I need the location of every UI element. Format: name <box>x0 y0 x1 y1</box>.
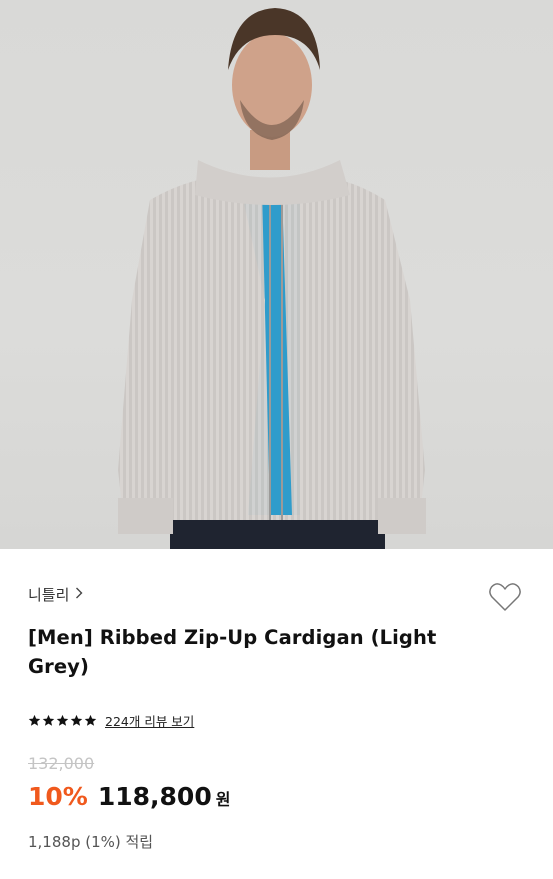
original-price: 132,000 <box>28 754 95 773</box>
product-title: [Men] Ribbed Zip-Up Cardigan (Light Grey… <box>28 626 437 678</box>
chevron-right-icon <box>75 587 83 603</box>
brand-name: 니틀리 <box>28 586 70 604</box>
star-filled-icon <box>70 714 83 726</box>
star-filled-icon <box>56 714 69 726</box>
discount-rate: 10% <box>28 782 88 811</box>
star-filled-icon <box>84 714 97 726</box>
star-filled-icon <box>28 714 41 726</box>
rating-stars <box>28 714 97 727</box>
star-filled-icon <box>42 714 55 726</box>
wishlist-button[interactable] <box>487 579 523 615</box>
rating-row: 224개 리뷰 보기 <box>28 711 194 730</box>
product-photo-illustration <box>118 8 426 549</box>
review-link[interactable]: 224개 리뷰 보기 <box>105 711 194 730</box>
product-info: 니틀리 [Men] Ribbed Zip-Up Cardigan (Light … <box>0 549 553 879</box>
product-image[interactable] <box>0 0 553 549</box>
brand-link[interactable]: 니틀리 <box>28 584 83 605</box>
currency-unit: 원 <box>215 790 231 809</box>
price-row: 10% 118,800 원 <box>28 782 230 811</box>
reward-points: 1,188p (1%) 적립 <box>28 833 154 851</box>
sale-price: 118,800 <box>97 782 212 811</box>
heart-outline-icon <box>489 583 521 611</box>
